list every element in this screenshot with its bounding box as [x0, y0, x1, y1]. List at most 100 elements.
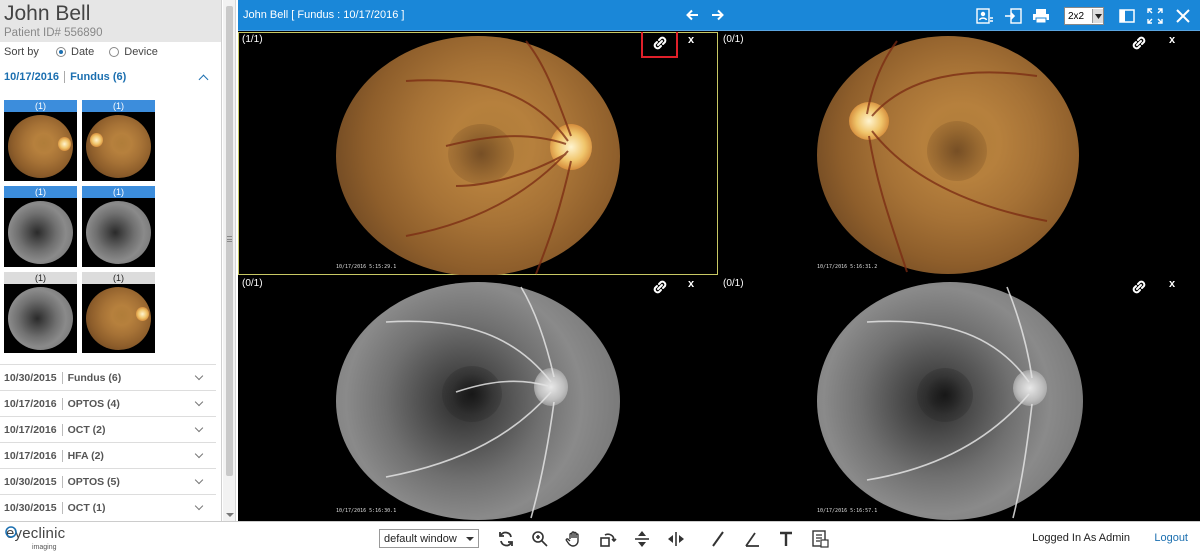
scroll-down-arrow-icon[interactable] — [226, 513, 234, 517]
brand-subtitle: imaging — [32, 544, 57, 551]
image-viewer: John Bell [ Fundus : 10/17/2016 ] 2x2 (1… — [238, 0, 1200, 521]
thumbnail[interactable]: (1) — [82, 100, 155, 181]
sort-date-radio[interactable]: Date — [56, 46, 94, 58]
flip-vertical-icon — [635, 531, 649, 547]
link-icon[interactable] — [651, 34, 669, 52]
group-date: 10/30/2015 — [4, 371, 57, 384]
rotate-button[interactable] — [596, 529, 620, 549]
collapsed-group[interactable]: 10/30/2015 OCT (1) — [0, 494, 216, 520]
close-pane-icon[interactable]: x — [1169, 278, 1175, 290]
group-label: OCT (1) — [67, 501, 106, 514]
thumbnail[interactable]: (1) — [4, 100, 77, 181]
line-tool-button[interactable] — [706, 529, 730, 549]
collapsed-group[interactable]: 10/17/2016 OCT (2) — [0, 416, 216, 442]
report-button[interactable] — [808, 529, 832, 549]
collapsed-group[interactable]: 10/30/2015 Fundus (6) — [0, 364, 216, 390]
rotate-icon — [600, 533, 617, 547]
close-pane-icon[interactable]: x — [688, 278, 694, 290]
arrow-right-icon[interactable] — [711, 9, 725, 21]
layout-select[interactable]: 2x2 — [1064, 7, 1104, 25]
retinal-vessels — [385, 286, 555, 519]
radio-selected-icon — [56, 47, 66, 57]
viewer-title: John Bell [ Fundus : 10/17/2016 ] — [243, 9, 405, 21]
viewer-toolbar: 2x2 — [974, 5, 1194, 27]
thumbnail[interactable]: (1) — [82, 186, 155, 267]
logout-link[interactable]: Logout — [1154, 532, 1188, 544]
collapsed-group[interactable]: 10/17/2016 OPTOS (4) — [0, 390, 216, 416]
link-icon[interactable] — [1130, 34, 1148, 52]
thumbnail[interactable]: (1) — [4, 186, 77, 267]
flip-vertical-button[interactable] — [630, 529, 654, 549]
hand-icon — [565, 531, 579, 547]
close-icon — [1176, 9, 1190, 23]
close-pane-icon[interactable]: x — [1169, 34, 1175, 46]
patient-header: John Bell Patient ID# 556890 — [0, 0, 221, 42]
group-separator — [61, 423, 63, 436]
image-pane[interactable]: (1/1) x 10/17/2016 5:15:29.1 — [238, 32, 718, 275]
fullscreen-button[interactable] — [1144, 6, 1166, 26]
pan-button[interactable] — [562, 529, 586, 549]
angiogram-image — [817, 282, 1083, 520]
image-pane[interactable]: (0/1) x 10/17/2016 5:16:30.1 — [238, 276, 718, 521]
zoom-button[interactable] — [528, 529, 552, 549]
expanded-group-header[interactable]: 10/17/2016 Fundus (6) — [0, 66, 221, 88]
close-pane-icon[interactable]: x — [688, 34, 694, 46]
chevron-down-icon — [194, 397, 204, 407]
close-viewer-button[interactable] — [1172, 6, 1194, 26]
pane-counter: (0/1) — [723, 278, 744, 289]
group-label: HFA (2) — [67, 449, 104, 462]
angle-tool-button[interactable] — [740, 529, 764, 549]
radio-unselected-icon — [109, 47, 120, 57]
text-tool-button[interactable] — [774, 529, 798, 549]
thumbnail-label: (1) — [82, 100, 155, 112]
capture-timestamp: 10/17/2016 5:16:30.1 — [336, 508, 397, 514]
collapsed-group[interactable]: 10/30/2015 OPTOS (5) — [0, 468, 216, 494]
group-label: OPTOS (4) — [67, 397, 120, 410]
window-preset-select[interactable]: default window — [379, 529, 479, 548]
print-button[interactable] — [1030, 6, 1052, 26]
image-grid: (1/1) x 10/17/2016 5:15:29.1 (0/1) x 10/… — [238, 32, 1200, 521]
thumbnail-label: (1) — [82, 186, 155, 198]
image-pane[interactable]: (0/1) x 10/17/2016 5:16:31.2 — [719, 32, 1200, 275]
thumbnail-label: (1) — [4, 186, 77, 198]
link-icon[interactable] — [1130, 278, 1148, 296]
fullscreen-icon — [1147, 8, 1163, 24]
group-label: OCT (2) — [67, 423, 106, 436]
sort-label: Sort by — [4, 46, 39, 58]
group-separator — [64, 71, 66, 83]
collapsed-group[interactable]: 10/17/2016 HFA (2) — [0, 442, 216, 468]
optic-disc — [90, 133, 103, 147]
flip-horizontal-button[interactable] — [664, 529, 688, 549]
group-separator — [61, 475, 63, 488]
arrow-left-icon[interactable] — [685, 9, 699, 21]
angiogram-image — [336, 282, 620, 520]
group-list: 10/30/2015 Fundus (6) 10/17/2016 OPTOS (4)… — [0, 364, 216, 520]
image-pane[interactable]: (0/1) x 10/17/2016 5:16:57.1 — [719, 276, 1200, 521]
dropdown-caret-icon — [466, 536, 474, 541]
thumbnail[interactable]: (1) — [4, 272, 77, 353]
thumbnail[interactable]: (1) — [82, 272, 155, 353]
group-date: 10/30/2015 — [4, 501, 57, 514]
patient-sidebar: John Bell Patient ID# 556890 Sort by Dat… — [0, 0, 222, 521]
sidebar-scrollbar[interactable] — [223, 0, 236, 521]
group-date: 10/17/2016 — [4, 397, 57, 410]
angiogram-thumbnail-image — [86, 201, 151, 264]
angiogram-thumbnail-image — [8, 201, 73, 264]
group-separator — [61, 449, 63, 462]
line-icon — [712, 531, 724, 547]
import-icon — [1005, 8, 1022, 24]
fundus-image — [817, 36, 1079, 274]
import-button[interactable] — [1002, 6, 1024, 26]
patient-info-button[interactable] — [974, 6, 996, 26]
reset-button[interactable] — [494, 529, 518, 549]
login-status: Logged In As Admin — [1032, 532, 1130, 544]
sort-device-radio[interactable]: Device — [109, 46, 158, 58]
bottom-toolbar: eyeclinic imaging default window Logged … — [0, 521, 1200, 555]
panel-toggle-button[interactable] — [1116, 6, 1138, 26]
patient-card-icon — [976, 8, 993, 24]
window-preset-value: default window — [384, 532, 457, 545]
dropdown-caret-icon — [1092, 9, 1103, 23]
image-tools — [494, 529, 832, 549]
flip-horizontal-icon — [668, 532, 684, 546]
link-icon[interactable] — [651, 278, 669, 296]
